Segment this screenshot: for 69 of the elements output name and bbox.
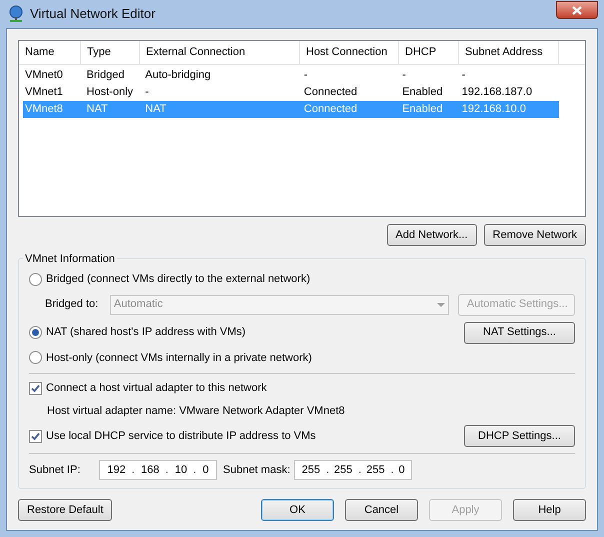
checkbox-label: Connect a host virtual adapter to this network bbox=[46, 381, 267, 396]
checkbox-label: Use local DHCP service to distribute IP address to VMs bbox=[46, 428, 316, 444]
table-cell-text: - bbox=[144, 85, 150, 100]
subnet-ip-label: Subnet IP: bbox=[29, 462, 82, 478]
dialog-button[interactable]: Restore Default bbox=[18, 499, 112, 521]
dialog-button[interactable]: Cancel bbox=[345, 499, 418, 521]
table-cell-text: - bbox=[302, 68, 309, 84]
table-cell-text: 192.168.10.0 bbox=[460, 102, 527, 118]
table-cell-text: Connected bbox=[302, 85, 358, 100]
table-cell-text: - bbox=[401, 68, 407, 84]
ip-octet: 0 bbox=[202, 462, 209, 478]
ip-dot: . bbox=[193, 462, 196, 478]
ip-octet: 255 bbox=[334, 462, 352, 478]
window-title: Virtual Network Editor bbox=[30, 5, 156, 24]
ip-dot: . bbox=[165, 462, 168, 478]
radio-label: NAT (shared host's IP address with VMs) bbox=[46, 325, 246, 340]
table-cell-text: VMnet1 bbox=[24, 85, 64, 100]
ip-octet: 168 bbox=[141, 462, 160, 478]
ok-button[interactable]: OK bbox=[261, 499, 334, 521]
ip-octet: 0 bbox=[398, 462, 405, 478]
adapter-name-text: Host virtual adapter name: VMware Network Adapter VMnet8 bbox=[46, 404, 346, 418]
column-header[interactable]: Subnet Address bbox=[459, 41, 559, 64]
ip-octet: 192 bbox=[107, 462, 126, 478]
dialog-button[interactable]: DHCP Settings... bbox=[464, 425, 575, 447]
ip-octet: 10 bbox=[174, 462, 188, 478]
ip-octet: 255 bbox=[302, 462, 320, 478]
close-button[interactable] bbox=[556, 1, 598, 19]
ip-dot: . bbox=[326, 462, 330, 478]
table-cell-text: Bridged bbox=[86, 68, 126, 84]
radio-label: Bridged (connect VMs directly to the external network) bbox=[46, 272, 310, 287]
table-row[interactable]: VMnet0 Bridged Auto-bridging - - - bbox=[23, 67, 559, 84]
ip-octet: 255 bbox=[366, 462, 385, 478]
radio-button[interactable] bbox=[29, 326, 42, 339]
table-cell-text: - bbox=[460, 68, 466, 84]
ip-address-field[interactable]: 192 . 168 . 10 . 0 bbox=[99, 460, 217, 480]
checkbox[interactable] bbox=[29, 430, 42, 442]
column-header[interactable]: DHCP bbox=[399, 41, 459, 64]
table-row[interactable]: VMnet1 Host-only - Connected Enabled 192.168.187.0 bbox=[23, 84, 559, 101]
dialog-button[interactable]: Help bbox=[513, 499, 586, 521]
radio-label: Host-only (connect VMs internally in a private network) bbox=[46, 350, 312, 366]
close-icon bbox=[572, 6, 582, 14]
ip-address-field[interactable]: 255 . 255 . 255 . 0 bbox=[294, 460, 412, 480]
ip-dot: . bbox=[132, 462, 135, 478]
radio-button[interactable] bbox=[29, 351, 42, 364]
ip-dot: . bbox=[390, 462, 394, 478]
table-cell-text: Connected bbox=[302, 102, 358, 118]
table-cell-text: VMnet8 bbox=[24, 102, 64, 118]
table-cell-text: Enabled bbox=[401, 85, 444, 100]
column-header[interactable]: Name bbox=[19, 41, 81, 64]
network-globe-icon bbox=[8, 5, 24, 23]
column-header[interactable]: Host Connection bbox=[300, 41, 399, 64]
checkbox[interactable] bbox=[29, 382, 42, 395]
dropdown-arrow-icon bbox=[436, 302, 445, 306]
dialog-button[interactable]: NAT Settings... bbox=[464, 322, 575, 344]
table-cell-text: 192.168.187.0 bbox=[460, 85, 534, 100]
dialog-button[interactable]: Remove Network bbox=[484, 224, 586, 246]
subnet-mask-label: Subnet mask: bbox=[223, 462, 290, 478]
table-cell-text: Host-only bbox=[86, 85, 134, 100]
radio-button[interactable] bbox=[29, 272, 42, 286]
column-header[interactable]: External Connection bbox=[140, 41, 300, 64]
dialog-button[interactable]: Add Network... bbox=[386, 224, 477, 246]
table-cell-text: NAT bbox=[86, 102, 109, 118]
ip-dot: . bbox=[358, 462, 362, 478]
table-cell-text: Auto-bridging bbox=[144, 68, 212, 84]
table-cell-text: Enabled bbox=[401, 102, 444, 118]
table-cell-text: VMnet0 bbox=[24, 68, 64, 84]
column-header[interactable]: Type bbox=[81, 41, 140, 64]
bridged-to-label: Bridged to: bbox=[45, 297, 100, 312]
table-cell-text: NAT bbox=[144, 102, 168, 118]
